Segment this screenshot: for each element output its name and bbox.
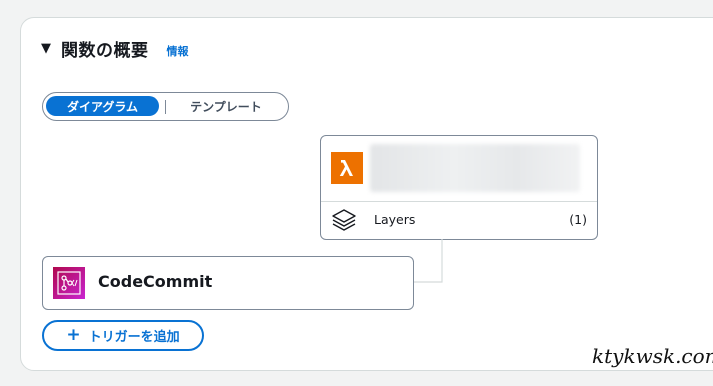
function-name-redacted xyxy=(370,144,580,192)
view-template-option[interactable]: テンプレート xyxy=(169,96,283,116)
layers-count: (1) xyxy=(569,212,587,227)
toggle-divider xyxy=(165,100,166,114)
view-diagram-option[interactable]: ダイアグラム xyxy=(46,96,159,116)
info-link[interactable]: 情報 xyxy=(167,43,189,59)
trigger-node[interactable]: CodeCommit xyxy=(42,256,414,310)
watermark: ktykwsk.com xyxy=(592,344,713,368)
codecommit-icon xyxy=(53,267,85,299)
view-toggle: ダイアグラム テンプレート xyxy=(42,92,289,121)
trigger-connector xyxy=(413,239,443,283)
caret-down-icon[interactable]: ▼ xyxy=(41,41,51,56)
layers-icon xyxy=(332,209,356,231)
add-trigger-button[interactable]: + トリガーを追加 xyxy=(42,320,204,351)
function-node[interactable]: Layers (1) xyxy=(320,135,598,240)
section-title: 関数の概要 xyxy=(61,41,149,61)
plus-icon: + xyxy=(66,325,81,345)
trigger-label: CodeCommit xyxy=(98,272,213,291)
lambda-icon xyxy=(331,152,363,184)
function-overview-panel: ▼ 関数の概要 情報 ダイアグラム テンプレート Layers (1) Code… xyxy=(20,17,713,371)
section-header: ▼ 関数の概要 情報 xyxy=(41,36,189,61)
function-node-divider xyxy=(321,201,597,202)
add-trigger-label: トリガーを追加 xyxy=(88,330,180,345)
layers-label[interactable]: Layers xyxy=(374,212,415,227)
